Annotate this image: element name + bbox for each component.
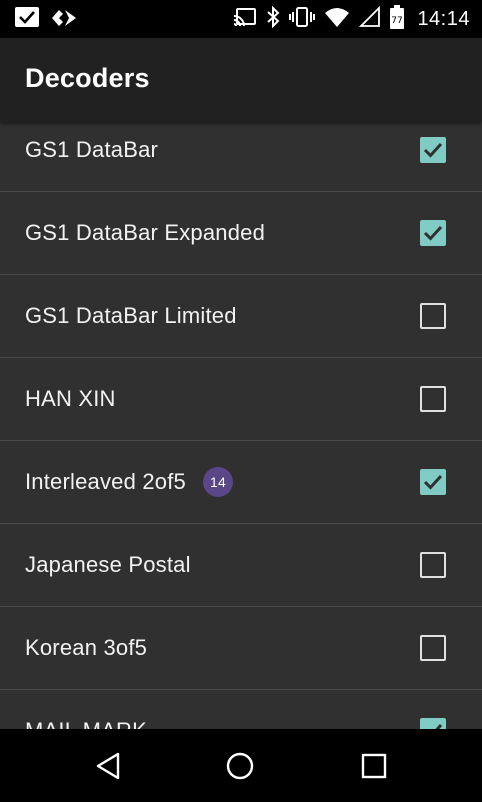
decoder-label: Japanese Postal xyxy=(25,552,191,577)
home-icon xyxy=(226,752,254,780)
decoder-label: GS1 DataBar Expanded xyxy=(25,220,266,245)
decoder-label-group: Interleaved 2of5 14 xyxy=(25,441,233,523)
svg-text:77: 77 xyxy=(392,16,403,26)
decoder-row-interleaved-2of5[interactable]: Interleaved 2of5 14 xyxy=(0,441,482,524)
status-bar-system: 77 14:14 xyxy=(233,0,470,38)
recents-button[interactable] xyxy=(356,750,392,782)
decoder-label: Korean 3of5 xyxy=(25,635,148,660)
decoder-row-gs1-databar-limited[interactable]: GS1 DataBar Limited xyxy=(0,275,482,358)
cast-icon xyxy=(233,7,257,32)
decoder-row-han-xin[interactable]: HAN XIN xyxy=(0,358,482,441)
decoder-label: GS1 DataBar Limited xyxy=(25,303,237,328)
back-button[interactable] xyxy=(90,750,126,782)
decoder-row-mail-mark[interactable]: MAIL MARK xyxy=(0,690,482,729)
checkbox-notification-icon xyxy=(14,6,40,35)
home-button[interactable] xyxy=(222,750,258,782)
diamond-app-icon xyxy=(50,7,78,34)
decoder-checkbox[interactable] xyxy=(420,635,446,661)
checkmark-icon xyxy=(423,142,443,158)
decoder-row-gs1-databar-expanded[interactable]: GS1 DataBar Expanded xyxy=(0,192,482,275)
decoder-checkbox[interactable] xyxy=(420,303,446,329)
status-bar-notifications xyxy=(14,6,78,35)
decoder-checkbox[interactable] xyxy=(420,718,446,729)
decoder-row-gs1-databar[interactable]: GS1 DataBar xyxy=(0,122,482,192)
decoder-list[interactable]: GS1 DataBar GS1 DataBar Expanded GS1 Dat… xyxy=(0,122,482,729)
back-icon xyxy=(96,752,120,780)
battery-icon: 77 xyxy=(390,4,405,34)
wifi-icon xyxy=(324,6,350,33)
status-bar: 77 14:14 xyxy=(0,0,482,38)
vibrate-icon xyxy=(289,6,316,33)
status-time: 14:14 xyxy=(417,7,470,30)
checkmark-icon xyxy=(423,474,443,490)
decoder-checkbox[interactable] xyxy=(420,220,446,246)
cellular-icon xyxy=(359,5,381,33)
decoder-checkbox[interactable] xyxy=(420,469,446,495)
app-bar: Decoders xyxy=(0,38,482,122)
page-title: Decoders xyxy=(25,63,150,93)
decoder-row-korean-3of5[interactable]: Korean 3of5 xyxy=(0,607,482,690)
decoder-label: Interleaved 2of5 xyxy=(25,469,186,494)
decoder-label: GS1 DataBar xyxy=(25,137,159,162)
decoders-screen: 77 14:14 Decoders GS1 DataBar GS1 DataBa… xyxy=(0,0,482,802)
navigation-bar xyxy=(0,729,482,802)
decoder-checkbox[interactable] xyxy=(420,386,446,412)
decoder-checkbox[interactable] xyxy=(420,552,446,578)
decoder-list-content: GS1 DataBar GS1 DataBar Expanded GS1 Dat… xyxy=(0,122,482,729)
decoder-label: HAN XIN xyxy=(25,386,116,411)
count-badge: 14 xyxy=(202,467,233,497)
decoder-row-japanese-postal[interactable]: Japanese Postal xyxy=(0,524,482,607)
checkmark-icon xyxy=(435,723,443,729)
checkmark-icon xyxy=(423,225,443,241)
decoder-checkbox[interactable] xyxy=(420,137,446,163)
bluetooth-icon xyxy=(266,5,280,33)
decoder-label: MAIL MARK xyxy=(25,690,147,729)
recents-icon xyxy=(361,753,387,779)
